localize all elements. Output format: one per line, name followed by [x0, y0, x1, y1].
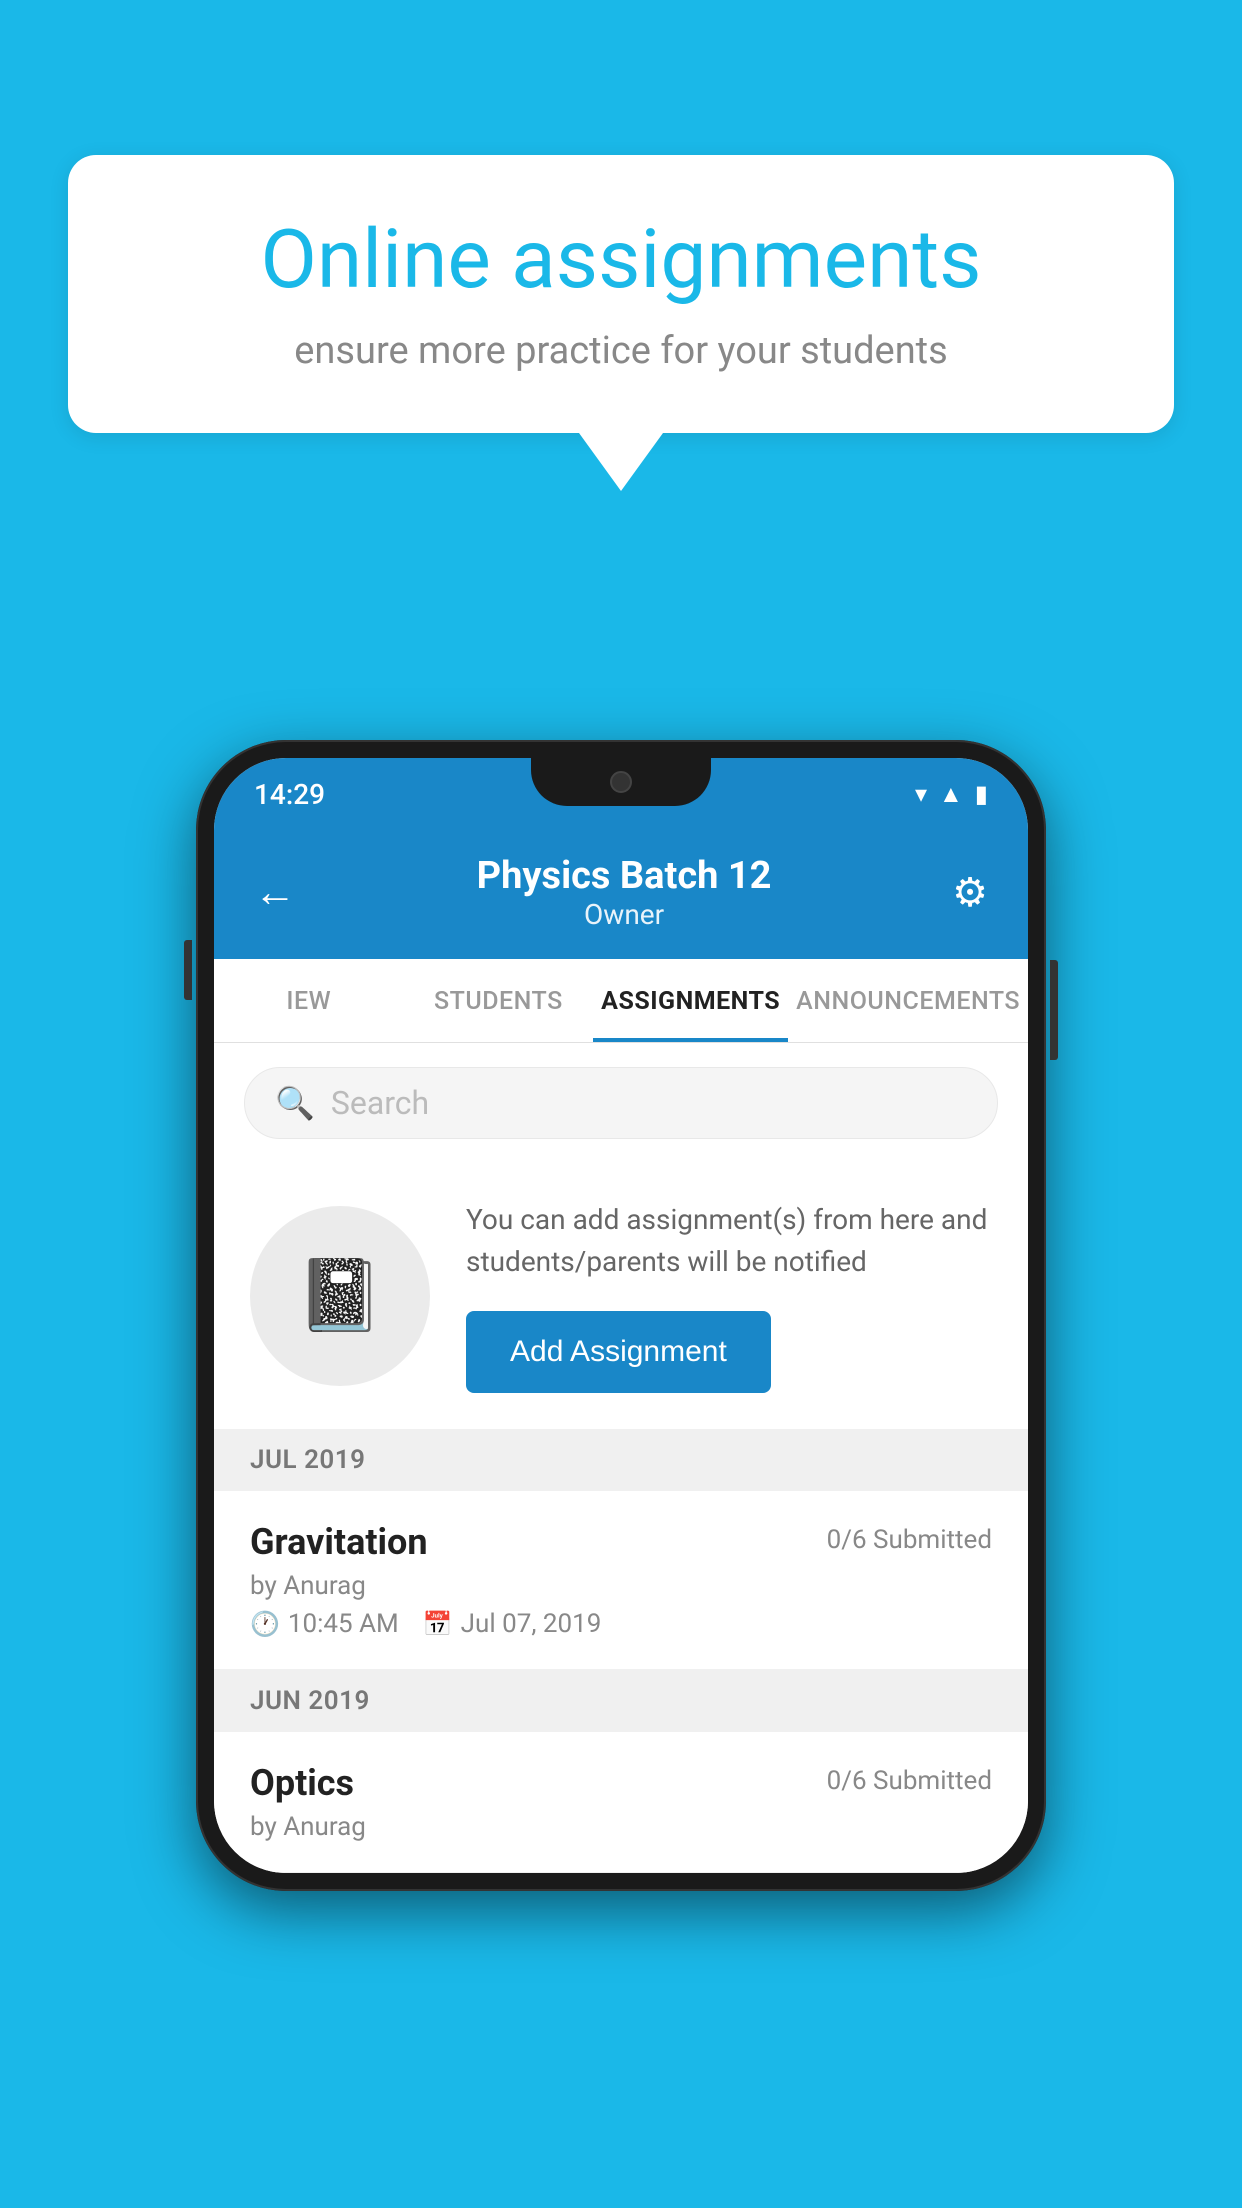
- add-assignment-button[interactable]: Add Assignment: [466, 1311, 771, 1393]
- speech-bubble-subtitle: ensure more practice for your students: [138, 329, 1104, 373]
- page-title: Physics Batch 12: [296, 854, 952, 898]
- status-icons: ▾ ▲ ▮: [915, 780, 988, 809]
- assignment-meta-optics: by Anurag: [250, 1812, 992, 1842]
- app-header: ← Physics Batch 12 Owner ⚙: [214, 830, 1028, 959]
- search-icon: 🔍: [275, 1084, 315, 1122]
- assignment-meta: by Anurag: [250, 1571, 992, 1601]
- speech-bubble-container: Online assignments ensure more practice …: [68, 155, 1174, 491]
- assignment-datetime: 🕐 10:45 AM 📅 Jul 07, 2019: [250, 1609, 992, 1639]
- assignment-by-optics: by Anurag: [250, 1812, 366, 1842]
- assignment-time-item: 🕐 10:45 AM: [250, 1609, 399, 1639]
- speech-bubble-title: Online assignments: [138, 215, 1104, 305]
- phone-side-left: [184, 940, 192, 1000]
- wifi-icon: ▾: [915, 780, 927, 808]
- battery-icon: ▮: [975, 780, 988, 808]
- signal-icon: ▲: [939, 780, 963, 809]
- assignment-by: by Anurag: [250, 1571, 366, 1601]
- phone-wrapper: 14:29 ▾ ▲ ▮ ← Physics Batch 12 Owner ⚙: [196, 740, 1046, 1891]
- assignment-item-optics[interactable]: Optics 0/6 Submitted by Anurag: [214, 1732, 1028, 1873]
- status-time: 14:29: [254, 778, 325, 811]
- assignment-icon-circle: 📓: [250, 1206, 430, 1386]
- assignment-submitted: 0/6 Submitted: [827, 1525, 992, 1555]
- tab-announcements[interactable]: ANNOUNCEMENTS: [788, 959, 1028, 1042]
- tab-students[interactable]: STUDENTS: [404, 959, 594, 1042]
- phone-outer: 14:29 ▾ ▲ ▮ ← Physics Batch 12 Owner ⚙: [196, 740, 1046, 1891]
- assignment-date-item: 📅 Jul 07, 2019: [423, 1609, 602, 1639]
- notch: [531, 758, 711, 806]
- clock-icon: 🕐: [250, 1610, 280, 1638]
- search-box[interactable]: 🔍 Search: [244, 1067, 998, 1139]
- assignment-item-gravitation[interactable]: Gravitation 0/6 Submitted by Anurag 🕐 10…: [214, 1491, 1028, 1670]
- assignment-name: Gravitation: [250, 1521, 428, 1563]
- assignment-name-optics: Optics: [250, 1762, 354, 1804]
- camera: [610, 771, 632, 793]
- tab-iew[interactable]: IEW: [214, 959, 404, 1042]
- section-header-jun: JUN 2019: [214, 1670, 1028, 1732]
- phone-side-right: [1050, 960, 1058, 1060]
- assignment-submitted-optics: 0/6 Submitted: [827, 1766, 992, 1796]
- notebook-icon: 📓: [296, 1255, 383, 1337]
- status-bar: 14:29 ▾ ▲ ▮: [214, 758, 1028, 830]
- section-header-jul: JUL 2019: [214, 1429, 1028, 1491]
- tab-assignments[interactable]: ASSIGNMENTS: [593, 959, 788, 1042]
- search-container: 🔍 Search: [214, 1043, 1028, 1163]
- page-subtitle: Owner: [296, 898, 952, 931]
- info-card: 📓 You can add assignment(s) from here an…: [214, 1163, 1028, 1429]
- calendar-icon: 📅: [423, 1610, 453, 1638]
- header-center: Physics Batch 12 Owner: [296, 854, 952, 931]
- search-placeholder: Search: [331, 1084, 429, 1122]
- assignment-time: 10:45 AM: [288, 1609, 399, 1639]
- info-description: You can add assignment(s) from here and …: [466, 1199, 992, 1283]
- speech-bubble-tail: [579, 433, 663, 491]
- phone-screen: 14:29 ▾ ▲ ▮ ← Physics Batch 12 Owner ⚙: [214, 758, 1028, 1873]
- speech-bubble: Online assignments ensure more practice …: [68, 155, 1174, 433]
- settings-button[interactable]: ⚙: [952, 869, 988, 916]
- assignment-date: Jul 07, 2019: [461, 1609, 602, 1639]
- assignment-row-top-optics: Optics 0/6 Submitted: [250, 1762, 992, 1804]
- info-text-area: You can add assignment(s) from here and …: [466, 1199, 992, 1393]
- back-button[interactable]: ←: [254, 868, 296, 917]
- assignment-row-top: Gravitation 0/6 Submitted: [250, 1521, 992, 1563]
- tabs-container: IEW STUDENTS ASSIGNMENTS ANNOUNCEMENTS: [214, 959, 1028, 1043]
